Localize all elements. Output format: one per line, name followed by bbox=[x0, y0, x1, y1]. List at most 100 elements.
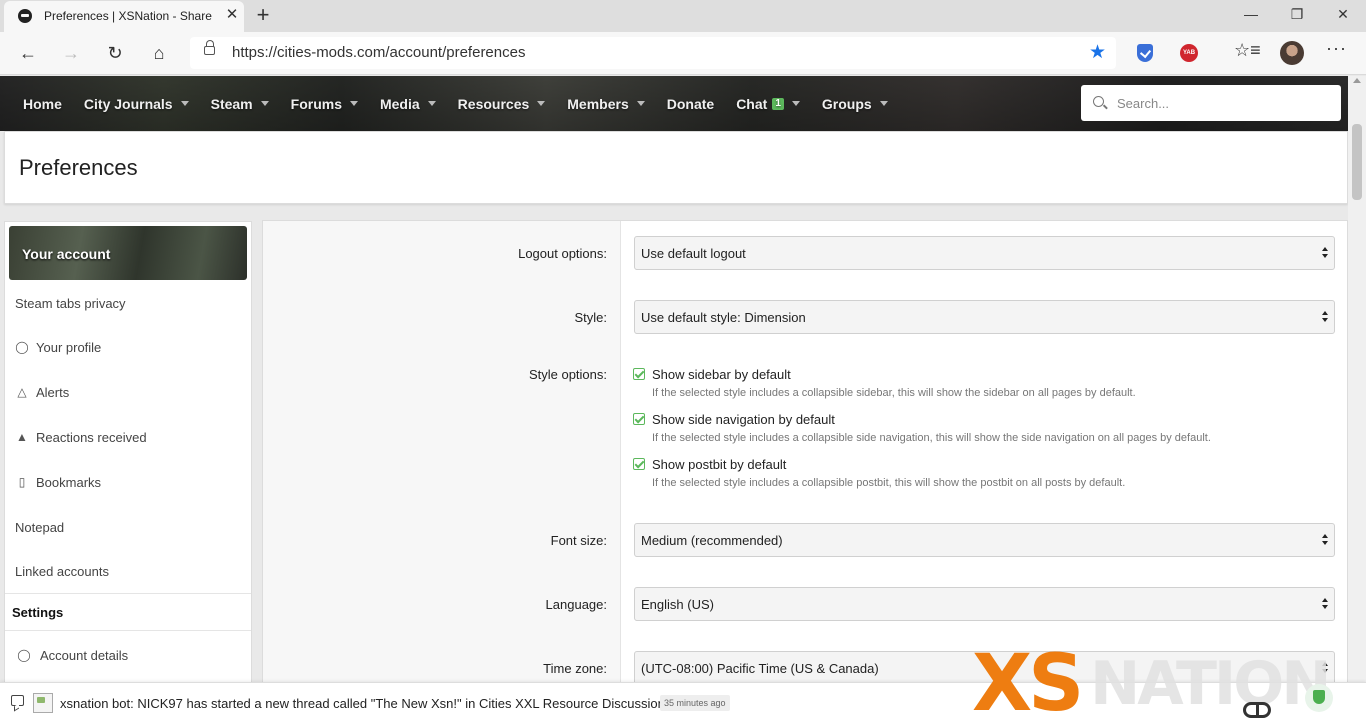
thumbs-up-icon: ▲ bbox=[16, 430, 28, 444]
yab-extension-icon[interactable]: YAB bbox=[1180, 44, 1198, 62]
select-arrows-icon bbox=[1322, 597, 1328, 611]
checkbox-hint: If the selected style includes a collaps… bbox=[652, 432, 1211, 444]
site-header: Home City Journals Steam Forums Media Resourc… bbox=[0, 76, 1366, 131]
site-nav-forums[interactable]: Forums bbox=[280, 76, 369, 131]
site-nav-city-journals[interactable]: City Journals bbox=[73, 76, 200, 131]
sidebar-section-settings: Settings bbox=[5, 593, 251, 631]
sidebar-item-reactions-received[interactable]: ▲ Reactions received bbox=[5, 424, 251, 450]
chevron-down-icon[interactable] bbox=[260, 101, 269, 106]
browser-tab[interactable]: Preferences | XSNation - Share | ✕ bbox=[4, 1, 244, 32]
page-scrollbar[interactable] bbox=[1348, 76, 1366, 682]
chevron-down-icon[interactable] bbox=[537, 101, 546, 106]
checkbox-label[interactable]: Show postbit by default bbox=[652, 457, 786, 472]
select-value: Medium (recommended) bbox=[641, 533, 783, 548]
sidebar-item-label: Linked accounts bbox=[15, 563, 109, 579]
show-side-navigation-checkbox[interactable] bbox=[633, 413, 645, 425]
site-nav-members[interactable]: Members bbox=[556, 76, 655, 131]
site-nav-steam[interactable]: Steam bbox=[200, 76, 280, 131]
site-nav-media[interactable]: Media bbox=[369, 76, 447, 131]
select-arrows-icon bbox=[1322, 246, 1328, 260]
address-bar[interactable]: https://cities-mods.com/account/preferen… bbox=[190, 37, 1116, 69]
form-label-column bbox=[263, 221, 621, 689]
search-input[interactable] bbox=[1117, 93, 1327, 113]
notification-text[interactable]: xsnation bot: NICK97 has started a new t… bbox=[60, 696, 675, 711]
sidebar-item-steam-tabs-privacy[interactable]: Steam tabs privacy bbox=[5, 290, 251, 316]
sidebar-section-label: Settings bbox=[12, 604, 64, 620]
sidebar-item-label: Account details bbox=[40, 647, 129, 663]
favorites-icon[interactable]: ☆≡ bbox=[1234, 40, 1261, 61]
checkbox-label[interactable]: Show sidebar by default bbox=[652, 367, 791, 382]
search-icon bbox=[1093, 96, 1104, 107]
language-select[interactable]: English (US) bbox=[634, 587, 1335, 621]
site-favicon-icon bbox=[18, 9, 32, 23]
notification-time: 35 minutes ago bbox=[660, 695, 730, 711]
tab-close-icon[interactable]: ✕ bbox=[223, 6, 241, 24]
site-search-box[interactable] bbox=[1081, 85, 1341, 121]
reload-button[interactable]: ↻ bbox=[99, 38, 131, 68]
chevron-down-icon[interactable] bbox=[791, 101, 800, 106]
scrollbar-thumb[interactable] bbox=[1352, 124, 1362, 200]
preferences-form: Logout options: Use default logout Style… bbox=[262, 220, 1348, 690]
sidebar-item-notepad[interactable]: Notepad bbox=[5, 514, 251, 540]
font-size-select[interactable]: Medium (recommended) bbox=[634, 523, 1335, 557]
time-zone-select[interactable]: (UTC-08:00) Pacific Time (US & Canada) bbox=[634, 651, 1335, 685]
site-nav-label: Forums bbox=[290, 95, 342, 112]
restore-button[interactable]: ❐ bbox=[1274, 0, 1320, 30]
broken-image-icon bbox=[33, 693, 53, 713]
lock-icon bbox=[204, 40, 215, 55]
site-nav-home[interactable]: Home bbox=[12, 76, 73, 131]
site-nav-label: Chat bbox=[736, 95, 768, 112]
url-text[interactable]: https://cities-mods.com/account/preferen… bbox=[232, 44, 525, 61]
new-tab-button[interactable]: + bbox=[252, 3, 274, 27]
chat-notification-bar[interactable]: xsnation bot: NICK97 has started a new t… bbox=[0, 682, 1366, 728]
user-cog-icon: ◯ bbox=[17, 648, 31, 662]
site-nav-resources[interactable]: Resources bbox=[447, 76, 557, 131]
back-button[interactable]: ← bbox=[12, 38, 44, 68]
chevron-down-icon[interactable] bbox=[427, 101, 436, 106]
bell-icon: △ bbox=[17, 385, 27, 399]
site-nav-donate[interactable]: Donate bbox=[656, 76, 725, 131]
time-zone-label: Time zone: bbox=[543, 661, 607, 676]
browser-tab-bar: Preferences | XSNation - Share | ✕ + — ❐… bbox=[0, 0, 1366, 32]
minimize-button[interactable]: — bbox=[1228, 0, 1274, 30]
show-sidebar-checkbox[interactable] bbox=[633, 368, 645, 380]
sidebar-item-your-profile[interactable]: ◯ Your profile bbox=[5, 334, 251, 360]
site-nav-groups[interactable]: Groups bbox=[811, 76, 899, 131]
browser-menu-icon[interactable]: ··· bbox=[1326, 38, 1347, 59]
favorite-star-icon[interactable]: ★ bbox=[1089, 41, 1106, 64]
font-size-label: Font size: bbox=[550, 533, 607, 548]
logout-options-label: Logout options: bbox=[518, 246, 607, 261]
site-navigation: Home City Journals Steam Forums Media Resourc… bbox=[12, 76, 899, 131]
profile-avatar[interactable] bbox=[1280, 41, 1304, 65]
checkbox-hint: If the selected style includes a collaps… bbox=[652, 387, 1136, 399]
home-button[interactable]: ⌂ bbox=[143, 38, 175, 68]
sidebar-item-alerts[interactable]: △ Alerts bbox=[5, 379, 251, 405]
user-icon: ◯ bbox=[15, 340, 29, 354]
select-arrows-icon bbox=[1322, 533, 1328, 547]
chevron-down-icon[interactable] bbox=[180, 101, 189, 106]
shield-extension-icon[interactable] bbox=[1137, 44, 1153, 62]
site-nav-label: Home bbox=[23, 95, 62, 112]
sidebar-item-bookmarks[interactable]: ▯ Bookmarks bbox=[5, 469, 251, 495]
sidebar-item-linked-accounts[interactable]: Linked accounts bbox=[5, 558, 251, 584]
select-value: Use default logout bbox=[641, 246, 746, 261]
sidebar-header-label: Your account bbox=[22, 246, 111, 262]
style-select[interactable]: Use default style: Dimension bbox=[634, 300, 1335, 334]
show-postbit-checkbox[interactable] bbox=[633, 458, 645, 470]
select-arrows-icon bbox=[1322, 310, 1328, 324]
checkbox-label[interactable]: Show side navigation by default bbox=[652, 412, 835, 427]
account-sidebar: Your account Steam tabs privacy ◯ Your p… bbox=[4, 221, 252, 691]
logout-options-select[interactable]: Use default logout bbox=[634, 236, 1335, 270]
chevron-down-icon[interactable] bbox=[636, 101, 645, 106]
page-title-box: Preferences bbox=[4, 131, 1348, 204]
bookmark-icon: ▯ bbox=[18, 475, 26, 489]
chevron-down-icon[interactable] bbox=[349, 101, 358, 106]
chevron-down-icon[interactable] bbox=[879, 101, 888, 106]
sidebar-item-label: Alerts bbox=[36, 384, 70, 400]
site-nav-chat[interactable]: Chat 1 bbox=[725, 76, 811, 131]
security-badge-icon[interactable] bbox=[1305, 684, 1333, 712]
close-window-button[interactable]: ✕ bbox=[1320, 0, 1366, 30]
sidebar-item-account-details[interactable]: ◯ Account details bbox=[5, 642, 251, 668]
scroll-up-arrow-icon[interactable] bbox=[1353, 78, 1361, 83]
forward-button[interactable]: → bbox=[55, 38, 87, 68]
